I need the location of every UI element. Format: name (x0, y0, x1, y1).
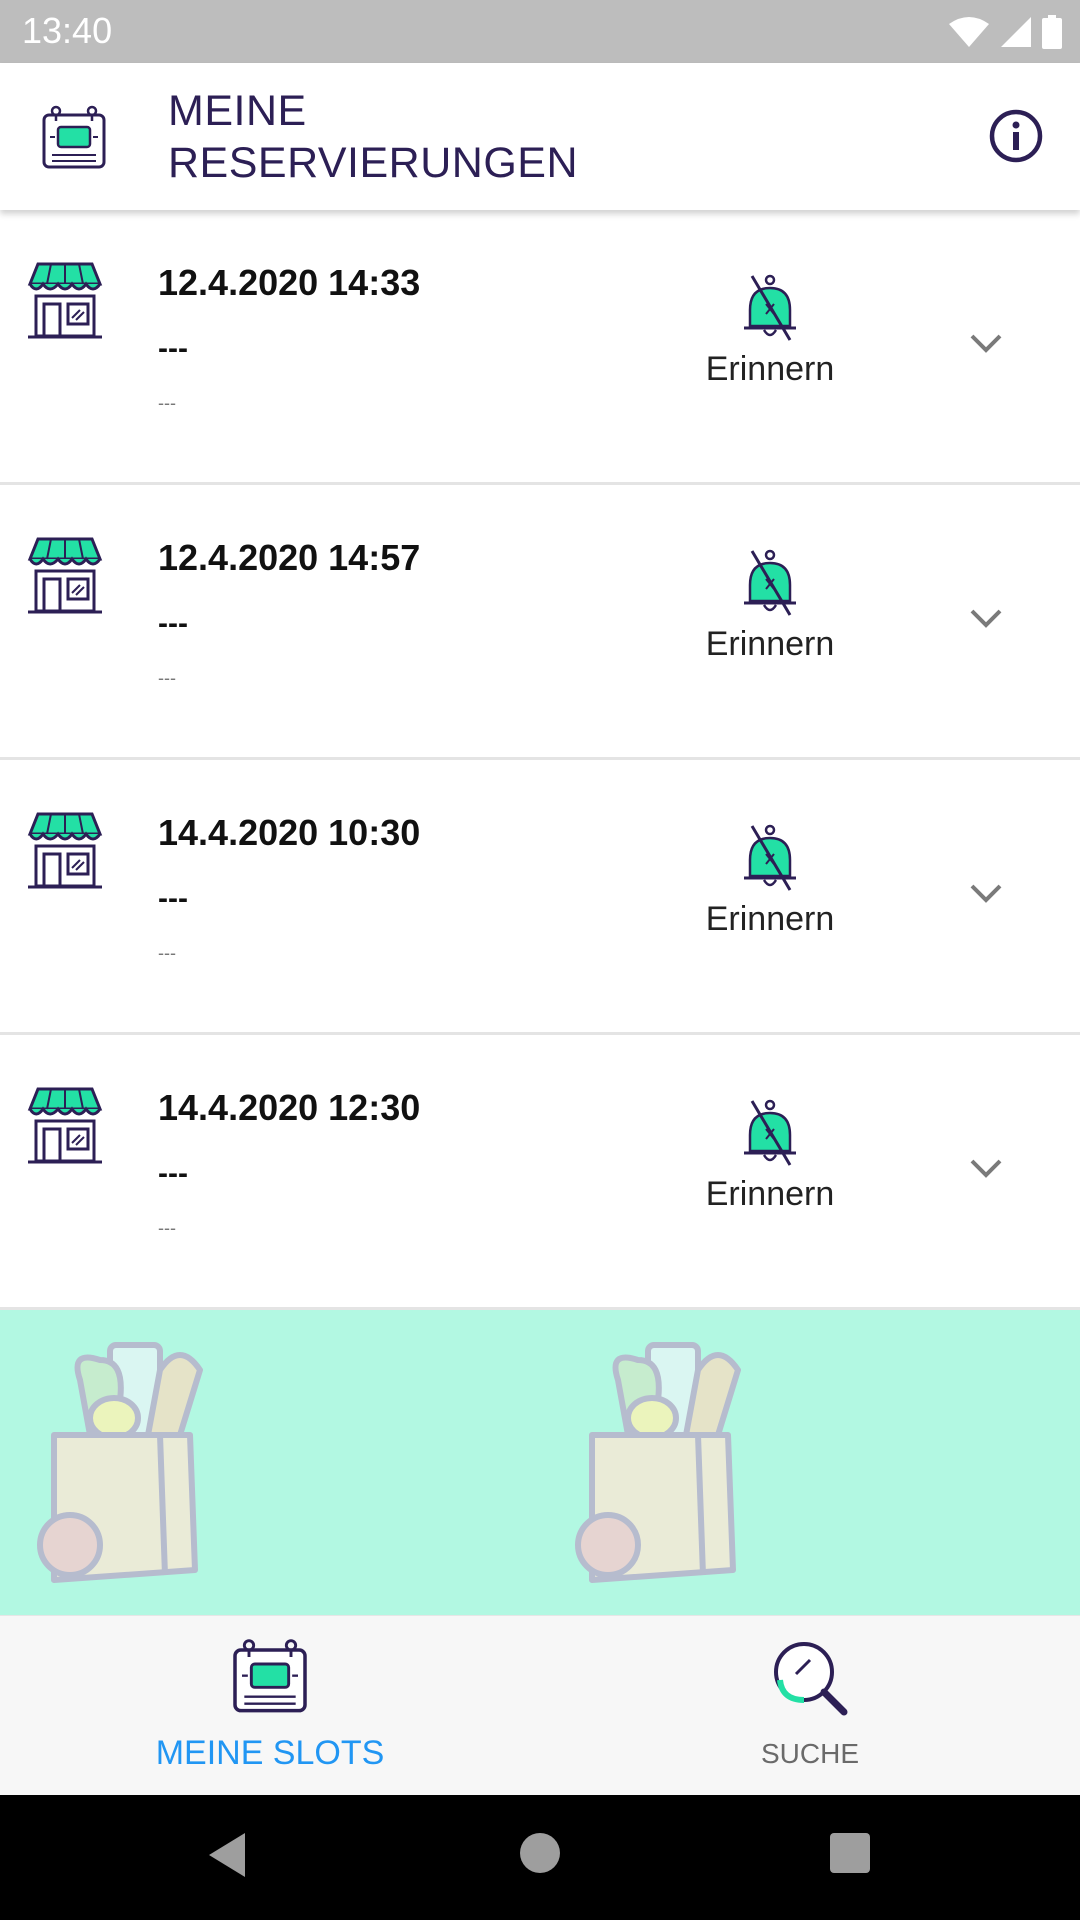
bottom-nav: MEINE SLOTS SUCHE (0, 1615, 1080, 1795)
chevron-down-icon[interactable] (966, 328, 1006, 358)
store-icon (27, 1087, 103, 1164)
reservation-date: 14.4.2020 10:30 (158, 812, 421, 853)
system-nav-bar (0, 1795, 1080, 1920)
back-icon[interactable] (205, 1831, 249, 1879)
reservation-item[interactable]: 12.4.2020 14:57 --- --- Erinnern (0, 485, 1080, 760)
status-time: 13:40 (22, 10, 113, 51)
magnifier-icon (774, 1642, 848, 1716)
battery-icon (1042, 15, 1062, 49)
chevron-down-icon[interactable] (966, 603, 1006, 633)
reservation-list: 12.4.2020 14:33 --- --- Erinnern 12.4.20… (0, 210, 1080, 1310)
reservation-item[interactable]: 14.4.2020 12:30 --- --- Erinnern (0, 1035, 1080, 1310)
reservation-date: 14.4.2020 12:30 (158, 1087, 421, 1128)
reservation-store-name: --- (158, 332, 188, 365)
remind-button[interactable]: Erinnern (690, 270, 850, 389)
bell-off-icon (744, 1099, 796, 1166)
status-bar: 13:40 (0, 0, 1080, 63)
status-icons (948, 12, 1062, 52)
store-icon (27, 262, 103, 339)
reservation-item[interactable]: 12.4.2020 14:33 --- --- Erinnern (0, 210, 1080, 485)
reservation-date: 12.4.2020 14:57 (158, 537, 421, 578)
recents-icon[interactable] (830, 1833, 870, 1873)
remind-label: Erinnern (705, 350, 835, 388)
bell-off-icon (744, 274, 796, 341)
remind-label: Erinnern (705, 900, 835, 938)
reservation-store-name: --- (158, 882, 188, 915)
grocery-bag-icon (37, 1342, 203, 1583)
tab-label: MEINE SLOTS (155, 1734, 385, 1772)
store-icon (27, 812, 103, 889)
calendar-screen-icon (42, 105, 106, 169)
remind-button[interactable]: Erinnern (690, 820, 850, 939)
bell-off-icon (744, 824, 796, 891)
page-title: MEINE RESERVIERUNGEN (168, 87, 579, 187)
info-icon[interactable] (988, 108, 1044, 164)
signal-icon (1001, 17, 1031, 47)
bell-off-icon (744, 549, 796, 616)
reservation-store-name: --- (158, 607, 188, 640)
reservation-store-name: --- (158, 1157, 188, 1190)
tab-meine-slots[interactable]: MEINE SLOTS (0, 1616, 540, 1796)
reservation-item[interactable]: 14.4.2020 10:30 --- --- Erinnern (0, 760, 1080, 1035)
tab-suche[interactable]: SUCHE (540, 1616, 1080, 1796)
reservation-address: --- (158, 668, 176, 688)
remind-button[interactable]: Erinnern (690, 1095, 850, 1214)
reservation-address: --- (158, 1218, 176, 1238)
grocery-banner (0, 1310, 1080, 1615)
remind-label: Erinnern (705, 1175, 835, 1213)
home-icon[interactable] (520, 1833, 560, 1873)
remind-label: Erinnern (705, 625, 835, 663)
store-icon (27, 537, 103, 614)
reservation-date: 12.4.2020 14:33 (158, 262, 421, 303)
tab-label: SUCHE (760, 1738, 859, 1769)
wifi-icon (949, 17, 989, 47)
chevron-down-icon[interactable] (966, 878, 1006, 908)
reservation-address: --- (158, 943, 176, 963)
reservation-address: --- (158, 393, 176, 413)
calendar-screen-icon (233, 1639, 307, 1713)
remind-button[interactable]: Erinnern (690, 545, 850, 664)
chevron-down-icon[interactable] (966, 1153, 1006, 1183)
grocery-bag-icon (575, 1342, 741, 1583)
app-bar: MEINE RESERVIERUNGEN (0, 63, 1080, 210)
